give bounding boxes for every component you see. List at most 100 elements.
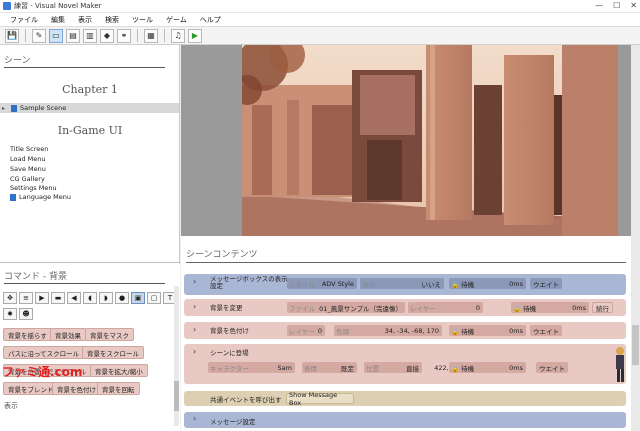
- ui-item-settings-menu[interactable]: Settings Menu: [10, 184, 57, 192]
- menu-search[interactable]: 検索: [105, 15, 119, 25]
- row-expand-icon[interactable]: ›: [193, 277, 196, 286]
- copy-icon[interactable]: ▥: [83, 28, 97, 43]
- sound-icon[interactable]: ◀: [67, 292, 81, 304]
- pencil-icon[interactable]: ✎: [32, 28, 46, 43]
- list-icon[interactable]: ≡: [19, 292, 33, 304]
- sun-icon[interactable]: ✹: [3, 308, 17, 320]
- field-wait[interactable]: 🔒 待機 0ms: [449, 278, 526, 289]
- video-icon[interactable]: ▶: [35, 292, 49, 304]
- cmd-scroll-background[interactable]: 背景をスクロール: [82, 346, 144, 359]
- minimize-button[interactable]: —: [595, 1, 603, 10]
- field-layer[interactable]: レイヤー 0: [287, 325, 325, 336]
- cmd-zoom-background[interactable]: 背景を拡大/縮小: [90, 364, 148, 377]
- command-panel-scrollbar[interactable]: [174, 286, 179, 426]
- header-divider: [4, 67, 165, 68]
- app-icon: [3, 2, 11, 10]
- menu-view[interactable]: 表示: [78, 15, 92, 25]
- speaker-right-icon[interactable]: ◗: [99, 292, 113, 304]
- row-label: 共通イベントを呼び出す: [210, 396, 282, 404]
- row-expand-icon[interactable]: ›: [193, 325, 196, 334]
- window-title: 練習 - Visual Novel Maker: [14, 2, 102, 10]
- field-style[interactable]: スタイル ADV Style: [287, 278, 357, 289]
- scene-doc-icon: [11, 104, 17, 112]
- field-wait[interactable]: 🔒 待機 0ms: [449, 325, 526, 336]
- command-panel-header: コマンド - 背景: [4, 272, 67, 282]
- frame-icon[interactable]: ▢: [147, 292, 161, 304]
- window-controls: — ☐ ✕: [595, 1, 637, 10]
- move-icon[interactable]: ✥: [3, 292, 17, 304]
- close-button[interactable]: ✕: [630, 1, 637, 10]
- ui-item-title-screen[interactable]: Title Screen: [10, 145, 48, 153]
- field-visible[interactable]: 表示 いいえ: [360, 278, 444, 289]
- title-bar: 練習 - Visual Novel Maker — ☐ ✕: [0, 0, 640, 13]
- command-category-icons: ✥ ≡ ▶ ▬ ◀ ◖ ◗ ● ▣ ▢ T: [3, 292, 177, 304]
- tag-wait[interactable]: ウエイト: [536, 362, 568, 373]
- cmd-shake-background[interactable]: 背景を揺らす: [3, 328, 52, 341]
- document-icon[interactable]: ▤: [66, 28, 80, 43]
- field-file[interactable]: ファイル 01_風景サンプル（完遠像）: [287, 302, 405, 313]
- play-icon[interactable]: ▶: [188, 28, 202, 43]
- ui-item-label: Language Menu: [19, 193, 71, 201]
- menu-game[interactable]: ゲーム: [166, 15, 187, 25]
- ui-item-load-menu[interactable]: Load Menu: [10, 155, 46, 163]
- field-event[interactable]: Show Message Box: [286, 391, 354, 407]
- cmd-background-effect[interactable]: 背景効果: [50, 328, 86, 341]
- scene-icon[interactable]: ▭: [49, 28, 63, 43]
- expand-arrow-icon[interactable]: ▸: [2, 105, 5, 112]
- command-row-change-background[interactable]: › 背景を変更 ファイル 01_風景サンプル（完遠像） レイヤー 0 🔒 待機 0ms…: [184, 299, 626, 316]
- command-row-message-settings[interactable]: › メッセージ設定: [184, 412, 626, 428]
- main-scrollbar[interactable]: [631, 45, 640, 431]
- scene-panel-header: シーン: [4, 56, 31, 66]
- face-icon[interactable]: ☻: [19, 308, 33, 320]
- chapter-title[interactable]: Chapter 1: [0, 83, 180, 96]
- field-tone[interactable]: 色調 34, -34, -68, 170: [334, 325, 442, 336]
- row-expand-icon[interactable]: ›: [193, 414, 196, 423]
- panorama-icon[interactable]: ▬: [51, 292, 65, 304]
- scrollbar-thumb[interactable]: [632, 325, 639, 365]
- link-icon[interactable]: ⚭: [117, 28, 131, 43]
- field-wait[interactable]: 🔒 待機 0ms: [511, 302, 589, 313]
- scrollbar-thumb[interactable]: [174, 381, 179, 411]
- tag-icon[interactable]: ◆: [100, 28, 114, 43]
- ui-item-language-menu[interactable]: Language Menu: [10, 193, 71, 201]
- tag-continue[interactable]: 続行: [592, 302, 613, 313]
- layers-icon[interactable]: ▦: [144, 28, 158, 43]
- toolbar-divider: [164, 29, 165, 42]
- cmd-blend-background[interactable]: 背景をブレンド: [3, 382, 59, 395]
- command-row-tint-background[interactable]: › 背景を色付け レイヤー 0 色調 34, -34, -68, 170 🔒 待機 0…: [184, 322, 626, 339]
- menu-edit[interactable]: 編集: [51, 15, 65, 25]
- command-row-message-box[interactable]: › メッセージボックスの表示設定 スタイル ADV Style 表示 いいえ 🔒 待…: [184, 274, 626, 295]
- menu-help[interactable]: ヘルプ: [200, 15, 221, 25]
- scene-contents-header: シーンコンテンツ: [186, 250, 258, 260]
- music-icon[interactable]: ♫: [171, 28, 185, 43]
- tag-wait[interactable]: ウエイト: [530, 325, 562, 336]
- cmd-scroll-along-path[interactable]: パスに沿ってスクロール: [3, 346, 85, 359]
- ui-item-save-menu[interactable]: Save Menu: [10, 165, 46, 173]
- section-display-label: 表示: [4, 402, 18, 410]
- scene-item-label: Sample Scene: [20, 104, 67, 112]
- field-wait[interactable]: 🔒 待機 0ms: [449, 362, 526, 373]
- cmd-mask-background[interactable]: 背景をマスク: [85, 328, 134, 341]
- field-expression[interactable]: 表情 既定: [302, 362, 357, 373]
- field-layer[interactable]: レイヤー 0: [408, 302, 483, 313]
- scene-item-sample[interactable]: ▸ Sample Scene: [0, 103, 179, 113]
- save-icon[interactable]: 💾: [5, 28, 19, 43]
- row-label: シーンに登場: [210, 349, 249, 357]
- ingame-ui-title[interactable]: In-Game UI: [0, 124, 180, 137]
- field-character[interactable]: キャラクター Sam: [208, 362, 295, 373]
- background-icon[interactable]: ▣: [131, 292, 145, 304]
- command-row-common-event[interactable]: 共通イベントを呼び出す Show Message Box: [184, 391, 626, 407]
- maximize-button[interactable]: ☐: [613, 1, 620, 10]
- menu-tools[interactable]: ツール: [132, 15, 153, 25]
- tag-wait[interactable]: ウエイト: [530, 278, 562, 289]
- speaker-left-icon[interactable]: ◖: [83, 292, 97, 304]
- field-position[interactable]: 位置 直接: [364, 362, 422, 373]
- cmd-tint-background[interactable]: 背景を色付け: [52, 382, 101, 395]
- row-expand-icon[interactable]: ›: [193, 302, 196, 311]
- row-expand-icon[interactable]: ›: [193, 347, 196, 356]
- command-row-enter-scene[interactable]: › シーンに登場 キャラクター Sam 表情 既定 位置 直接 422, 30 🔒 待…: [184, 344, 626, 384]
- ui-item-cg-gallery[interactable]: CG Gallery: [10, 175, 45, 183]
- speech-icon[interactable]: ●: [115, 292, 129, 304]
- cmd-rotate-background[interactable]: 背景を回転: [97, 382, 140, 395]
- menu-file[interactable]: ファイル: [10, 15, 38, 25]
